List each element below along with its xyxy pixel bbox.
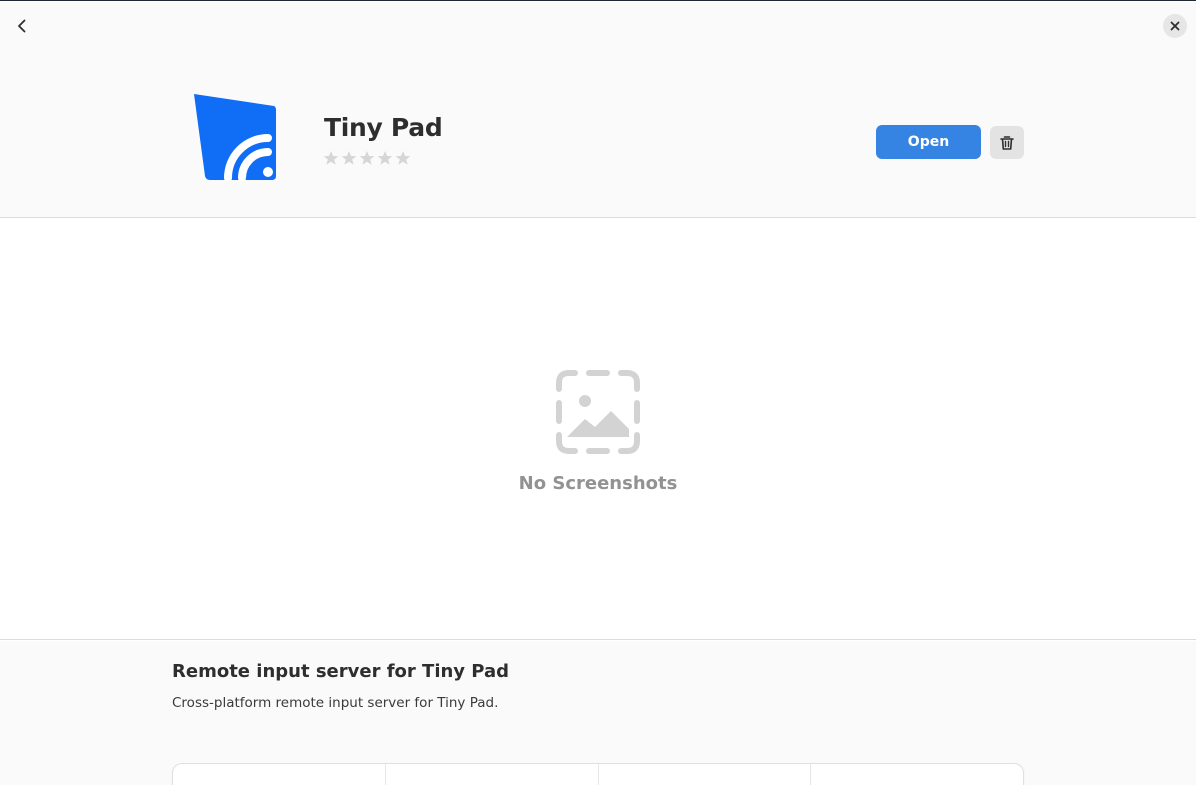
screenshots-area: No Screenshots xyxy=(0,219,1196,640)
app-name: Tiny Pad xyxy=(324,113,443,142)
app-header: Tiny Pad Open xyxy=(0,2,1196,218)
app-icon xyxy=(194,94,276,182)
details-card[interactable] xyxy=(599,764,812,785)
details-card[interactable] xyxy=(173,764,386,785)
app-details-window: Tiny Pad Open No Screenshots Remote inpu… xyxy=(0,0,1196,785)
chevron-left-icon xyxy=(18,19,26,33)
back-button[interactable] xyxy=(8,12,36,40)
star-icon xyxy=(341,151,357,165)
description-section: Remote input server for Tiny Pad Cross-p… xyxy=(0,641,1196,785)
details-card[interactable] xyxy=(386,764,599,785)
description-title: Remote input server for Tiny Pad xyxy=(172,661,510,682)
details-card[interactable] xyxy=(811,764,1023,785)
star-icon xyxy=(395,151,411,165)
no-screenshots-label: No Screenshots xyxy=(518,473,678,494)
close-button[interactable] xyxy=(1163,14,1187,38)
star-rating xyxy=(323,150,411,166)
star-icon xyxy=(359,151,375,165)
details-cards xyxy=(172,763,1024,785)
trash-icon xyxy=(1000,135,1014,150)
image-missing-icon xyxy=(556,370,640,454)
open-button[interactable]: Open xyxy=(876,125,981,159)
uninstall-button[interactable] xyxy=(990,126,1024,159)
star-icon xyxy=(377,151,393,165)
close-icon xyxy=(1170,21,1180,31)
description-body: Cross-platform remote input server for T… xyxy=(172,695,499,711)
star-icon xyxy=(323,151,339,165)
